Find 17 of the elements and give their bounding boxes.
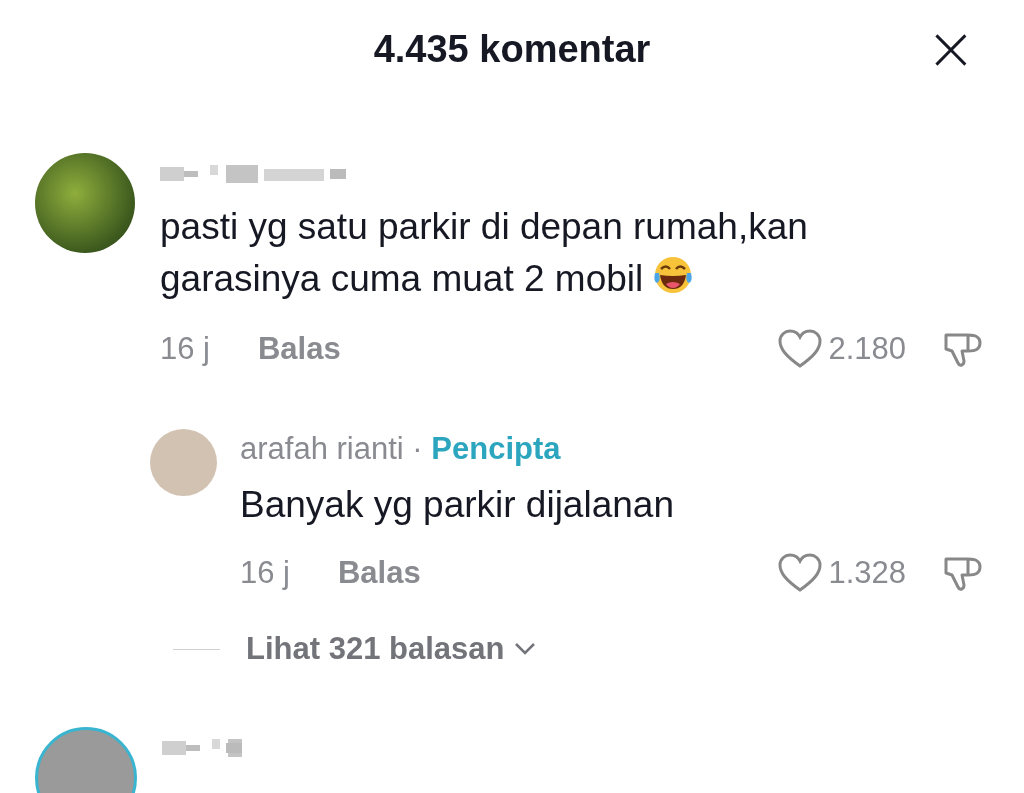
comment-text: pasti yg satu parkir di depan rumah,kan garasinya cuma muat 2 mobil — [160, 205, 809, 301]
like-count: 1.328 — [828, 555, 906, 591]
creator-label: Pencipta — [431, 431, 561, 466]
comment-time: 16 j — [240, 555, 290, 591]
reply-text: Banyak yg parkir dijalanan — [240, 483, 675, 527]
comments-count-title: 4.435 komentar — [373, 28, 651, 71]
view-replies-button[interactable]: Lihat 321 balasan — [246, 631, 537, 667]
reply-link[interactable]: Balas — [338, 555, 421, 591]
separator-dot: · — [412, 431, 423, 466]
heart-icon[interactable] — [778, 553, 823, 593]
like-count: 2.180 — [828, 331, 906, 367]
close-button[interactable]: × — [919, 18, 982, 78]
reply-link[interactable]: Balas — [258, 331, 341, 367]
reply-author[interactable]: arafah rianti — [240, 431, 404, 466]
chevron-down-icon — [514, 642, 537, 656]
heart-icon[interactable] — [778, 329, 823, 369]
comment-time: 16 j — [160, 331, 210, 367]
